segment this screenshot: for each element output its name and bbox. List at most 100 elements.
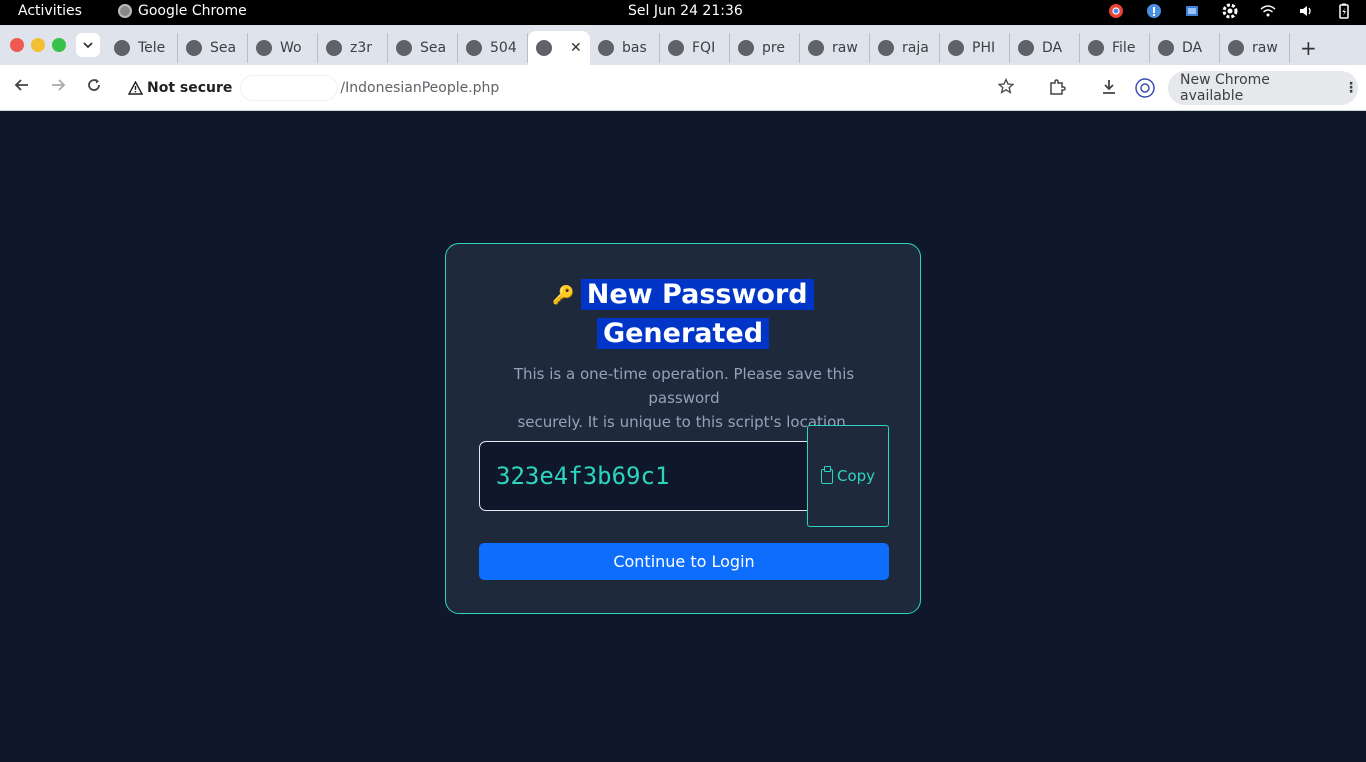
globe-icon [536,40,552,56]
globe-icon [1088,40,1104,56]
browser-tab[interactable]: raja [870,33,940,63]
link-icon [1018,40,1034,56]
tab-label: raw [1252,40,1278,56]
system-top-bar: Activities Google Chrome Sel Jun 24 21:3… [0,0,1366,25]
copy-label: Copy [836,467,876,485]
settings-gear-icon[interactable] [1222,3,1238,19]
chrome-update-button[interactable]: New Chrome available ⋮ [1168,71,1358,105]
browser-toolbar: Not secure /IndonesianPeople.php New Chr… [0,65,1366,111]
chevron-down-icon [83,42,93,49]
puzzle-icon [1050,79,1066,95]
wifi-icon[interactable] [1260,3,1276,19]
activities-button[interactable]: Activities [18,3,82,19]
tab-list: Tele Sea Wo z3r Sea 504 ✕ bas FQI pre raw raja PHI DA… [106,31,1327,65]
search-site-icon [186,40,202,56]
address-bar[interactable]: Not secure /IndonesianPeople.php [118,73,1026,103]
site-icon [668,40,684,56]
tab-label: Tele [138,40,166,56]
arrow-right-icon [52,79,66,91]
browser-tab[interactable]: DA [1010,33,1080,63]
github-icon [326,40,342,56]
forward-button[interactable] [50,77,66,98]
login-label: Continue to Login [613,552,755,571]
title-line-1: New Password [580,279,814,310]
telegram-icon [114,40,130,56]
tab-label: Wo [280,40,302,56]
tab-label: z3r [350,40,373,56]
profile-avatar-button[interactable] [1135,78,1155,103]
clock[interactable]: Sel Jun 24 21:36 [628,3,743,19]
browser-tab[interactable]: Wo [248,33,318,63]
tab-active[interactable]: ✕ [528,31,590,65]
browser-tab[interactable]: bas [590,33,660,63]
maximize-window-button[interactable] [52,38,66,52]
browser-tab[interactable]: FQI [660,33,730,63]
password-field[interactable]: 323e4f3b69c1 [479,441,809,511]
browser-tab[interactable]: z3r [318,33,388,63]
back-button[interactable] [14,77,30,98]
card-description: This is a one-time operation. Please sav… [476,362,892,434]
info-icon[interactable] [1146,3,1162,19]
chrome-tray-icon[interactable] [1108,3,1124,19]
tab-label: raw [832,40,858,56]
browser-tab[interactable]: Tele [106,33,178,63]
browser-tab[interactable]: 504 [458,33,528,63]
star-icon [997,77,1015,94]
app-name: Google Chrome [138,3,247,19]
downloads-button[interactable] [1100,78,1118,101]
tab-label: File [1112,40,1136,56]
network-app-icon[interactable] [1184,3,1200,19]
system-tray[interactable] [1108,3,1352,19]
browser-tab[interactable]: DA [1150,33,1220,63]
page-title: 🔑 New Password Generated [446,276,920,353]
close-tab-icon[interactable]: ✕ [570,40,582,56]
browser-tab[interactable]: Sea [388,33,458,63]
update-label: New Chrome available [1180,72,1270,104]
reload-button[interactable] [86,77,102,98]
browser-tab[interactable]: raw [1220,33,1290,63]
description-line-2: securely. It is unique to this script's … [517,413,851,431]
redacted-host [240,75,339,101]
volume-icon[interactable] [1298,3,1314,19]
bookmark-star-button[interactable] [997,77,1015,99]
globe-icon [256,40,272,56]
page-content: 🔑 New Password Generated This is a one-ti… [0,111,1366,762]
browser-tab[interactable]: File [1080,33,1150,63]
tab-label: raja [902,40,929,56]
app-menu[interactable]: Google Chrome [118,3,247,19]
description-line-1: This is a one-time operation. Please sav… [513,365,855,407]
security-status[interactable]: Not secure [147,80,232,96]
browser-tab[interactable]: PHI [940,33,1010,63]
minimize-window-button[interactable] [31,38,45,52]
continue-to-login-button[interactable]: Continue to Login [479,543,889,580]
browser-tab[interactable]: raw [800,33,870,63]
clipboard-icon [820,465,833,484]
close-window-button[interactable] [10,38,24,52]
globe-icon [466,40,482,56]
copy-button[interactable]: Copy [807,425,889,527]
kebab-menu-icon[interactable]: ⋮ [1344,80,1358,96]
tab-label: pre [762,40,785,56]
tab-label: 504 [490,40,517,56]
browser-tab[interactable]: Sea [178,33,248,63]
globe-icon [808,40,824,56]
browser-tab[interactable]: pre [730,33,800,63]
site-icon [738,40,754,56]
tab-strip: Tele Sea Wo z3r Sea 504 ✕ bas FQI pre raw raja PHI DA… [0,25,1366,65]
avatar-icon [1135,78,1155,98]
globe-icon [598,40,614,56]
title-line-2: Generated [596,317,770,349]
tab-label: DA [1182,40,1203,56]
extensions-button[interactable] [1048,78,1066,101]
battery-icon[interactable] [1336,3,1352,19]
new-tab-button[interactable]: + [1290,31,1327,65]
search-site-icon [396,40,412,56]
tab-label: Sea [210,40,237,56]
tab-label: DA [1042,40,1063,56]
warning-icon[interactable] [128,81,143,95]
password-value[interactable]: 323e4f3b69c1 [496,462,669,490]
url-path[interactable]: /IndonesianPeople.php [340,80,499,96]
sheets-icon [1158,40,1174,56]
chrome-icon [118,4,132,18]
tab-search-button[interactable] [76,33,100,57]
